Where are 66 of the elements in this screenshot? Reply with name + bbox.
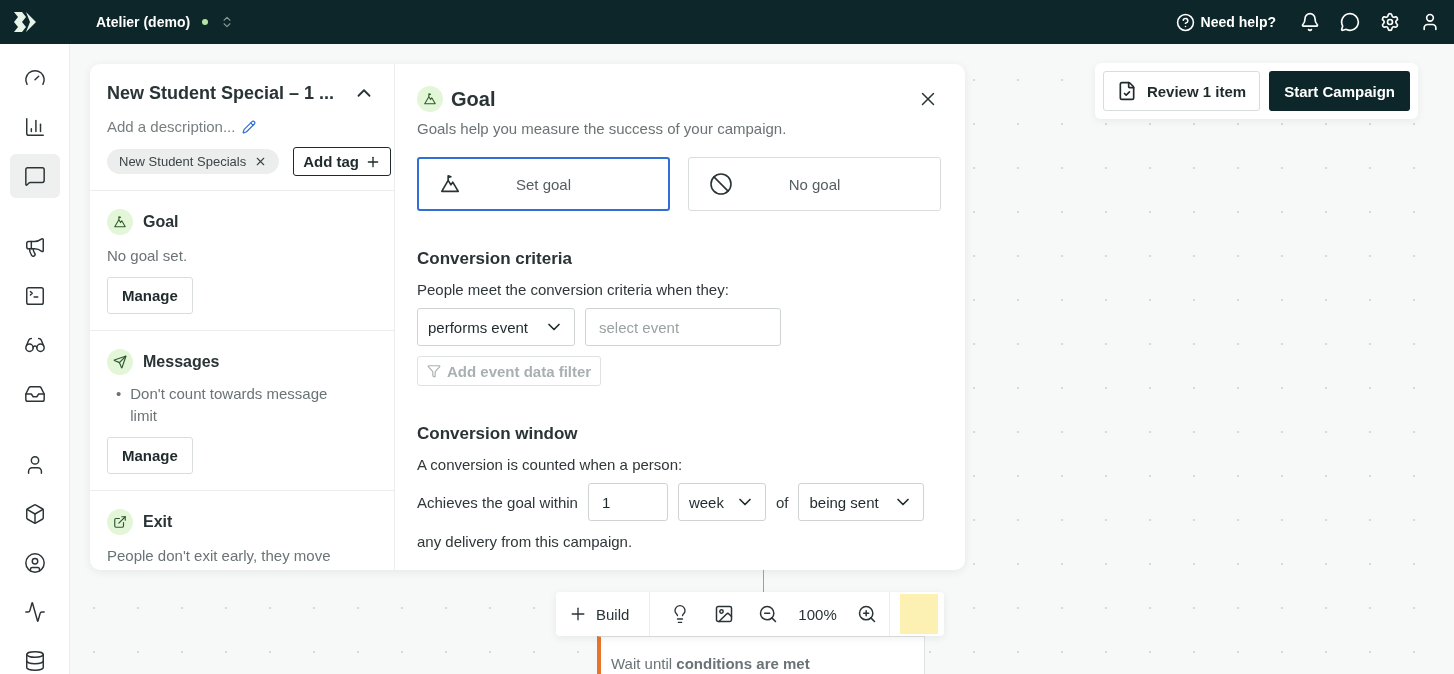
workspace-name[interactable]: Atelier (demo) [96,14,191,30]
section-title: Exit [143,513,173,531]
image-icon [714,604,735,624]
window-text: A conversion is counted when a person: [417,456,684,473]
database-icon [23,650,46,672]
section-heading: Conversion window [417,424,579,444]
section-title: Goal [143,213,179,231]
settings-icon[interactable] [1380,12,1400,32]
mountain-flag-icon [423,92,437,106]
review-button[interactable]: Review 1 item [1102,71,1261,111]
manage-button[interactable]: Manage [107,277,193,314]
panel-subtitle: Goals help you measure the success of your campaign. [417,120,788,137]
sidebar-item[interactable] [9,154,60,198]
amount-field[interactable]: 1 [587,483,668,521]
person-icon[interactable] [1420,12,1440,32]
user-circle-icon [23,552,46,574]
workflow-node[interactable]: Wait until conditions are met [597,636,925,674]
zoom-out-icon [758,604,779,624]
send-icon [113,355,127,369]
chat-icon[interactable] [1340,12,1360,32]
manage-button[interactable]: Manage [107,437,193,474]
condition-select[interactable]: performs event [417,308,575,346]
node-text: Wait until conditions are met [611,655,811,672]
section-text: People don't exit early, they move [107,546,332,566]
criteria-text: People meet the conversion criteria when they: [417,281,730,298]
pulse-icon [23,601,46,623]
section-heading: Conversion criteria [417,249,573,269]
bell-icon[interactable] [1300,12,1320,32]
message-icon [23,165,46,187]
zoom-in-icon [856,604,877,624]
reference-select[interactable]: being sent [798,483,925,521]
start-campaign-button[interactable]: Start Campaign [1269,71,1410,111]
cube-icon [23,503,46,525]
ban-icon [709,172,733,196]
build-button[interactable]: Build [556,592,642,636]
unit-select[interactable]: week [677,483,766,521]
section-title: Messages [143,353,220,371]
logo-icon[interactable] [14,12,36,32]
bar-chart-icon [23,116,46,138]
connector-line [763,570,764,592]
mountain-flag-icon [439,173,461,195]
of-label: of [775,493,789,511]
inbox-icon [23,383,46,405]
pencil-icon [242,119,257,134]
external-link-icon [113,515,127,529]
section-text: No goal set. [107,246,189,266]
within-label: Achieves the goal within [417,493,578,511]
zoom-level: 100% [797,605,838,623]
goal-option[interactable]: No goal [688,157,941,211]
event-field[interactable]: select event [585,308,781,346]
help-link[interactable]: Need help? [1175,12,1276,32]
campaign-title: New Student Special – 1 ... [107,82,335,104]
window-suffix: any delivery from this campaign. [417,533,634,550]
help-icon [1175,12,1195,32]
panel-title: Goal [451,87,496,111]
bullet-mark: • [116,384,122,404]
add-tag-button[interactable]: Add tag [293,147,391,176]
megaphone-icon [23,236,46,258]
tag[interactable]: New Student Specials [107,149,280,174]
description-link[interactable]: Add a description... [107,118,257,135]
bullet-text: Don't count towards message limit [130,384,329,426]
mountain-flag-icon [113,215,127,229]
filter-icon [427,364,441,378]
goal-option[interactable]: Set goal [417,157,670,211]
terminal-icon [23,285,46,307]
status-dot [202,19,209,25]
